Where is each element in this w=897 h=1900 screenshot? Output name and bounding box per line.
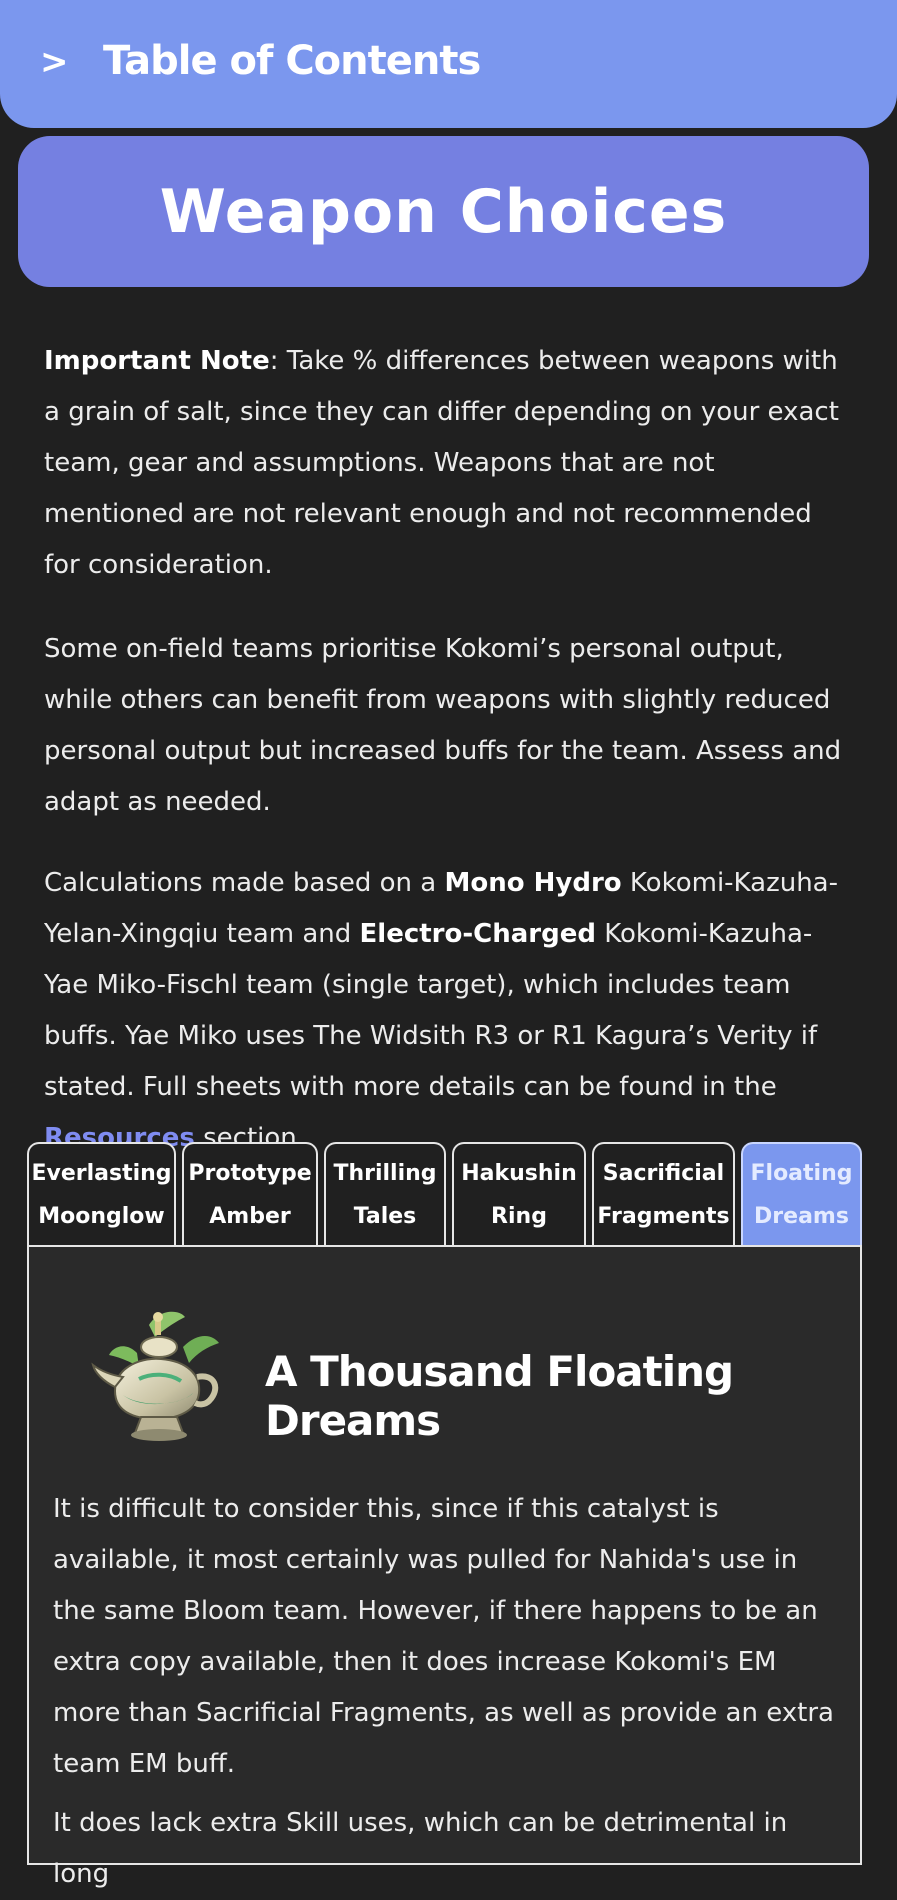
tab-label: Everlasting: [31, 1161, 172, 1186]
tab-sacrificial-fragments[interactable]: Sacrificial Fragments: [592, 1142, 735, 1246]
tab-label: Dreams: [754, 1204, 849, 1229]
tab-label: Hakushin: [461, 1161, 577, 1186]
tab-thrilling-tales[interactable]: Thrilling Tales: [324, 1142, 446, 1246]
weapon-description-continued: It does lack extra Skill uses, which can…: [53, 1808, 788, 1889]
tab-hakushin-ring[interactable]: Hakushin Ring: [452, 1142, 586, 1246]
tab-floating-dreams[interactable]: Floating Dreams: [741, 1142, 862, 1246]
calculations-paragraph: Calculations made based on a Mono Hydro …: [44, 858, 844, 1164]
tab-label: Amber: [209, 1204, 291, 1229]
weapon-name: A Thousand Floating Dreams: [265, 1347, 734, 1445]
intro-paragraph: Some on-field teams prioritise Kokomi’s …: [44, 634, 842, 817]
chevron-right-icon: >: [40, 42, 69, 82]
tab-label: Floating: [750, 1161, 853, 1186]
weapon-panel: A Thousand Floating Dreams It is difficu…: [27, 1245, 862, 1889]
tab-label: Moonglow: [38, 1204, 165, 1229]
tab-label: Prototype: [188, 1161, 312, 1186]
tab-label: Ring: [491, 1204, 547, 1229]
electro-charged-label: Electro-Charged: [359, 919, 596, 949]
important-note-label: Important Note: [44, 346, 270, 376]
mono-hydro-label: Mono Hydro: [444, 868, 622, 898]
tab-label: Sacrificial: [602, 1161, 725, 1186]
tab-everlasting-moonglow[interactable]: Everlasting Moonglow: [27, 1142, 176, 1246]
lamp-catalyst-icon: [91, 1311, 219, 1441]
tab-label: Tales: [353, 1204, 417, 1229]
section-title: Weapon Choices: [159, 176, 728, 247]
section-banner: Weapon Choices: [18, 136, 869, 287]
weapon-tabs: Everlasting Moonglow Prototype Amber Thr…: [27, 1142, 862, 1246]
weapon-description: It is difficult to consider this, since …: [53, 1494, 834, 1779]
tab-label: Fragments: [597, 1204, 730, 1229]
tab-label: Thrilling: [333, 1161, 437, 1186]
tab-prototype-amber[interactable]: Prototype Amber: [182, 1142, 318, 1246]
toc-title: Table of Contents: [103, 38, 481, 84]
important-note-text: : Take % differences between weapons wit…: [44, 346, 839, 580]
table-of-contents-toggle[interactable]: > Table of Contents: [0, 0, 897, 128]
calc-text: Calculations made based on a: [44, 868, 445, 898]
important-note-paragraph: Important Note: Take % differences betwe…: [44, 336, 844, 591]
